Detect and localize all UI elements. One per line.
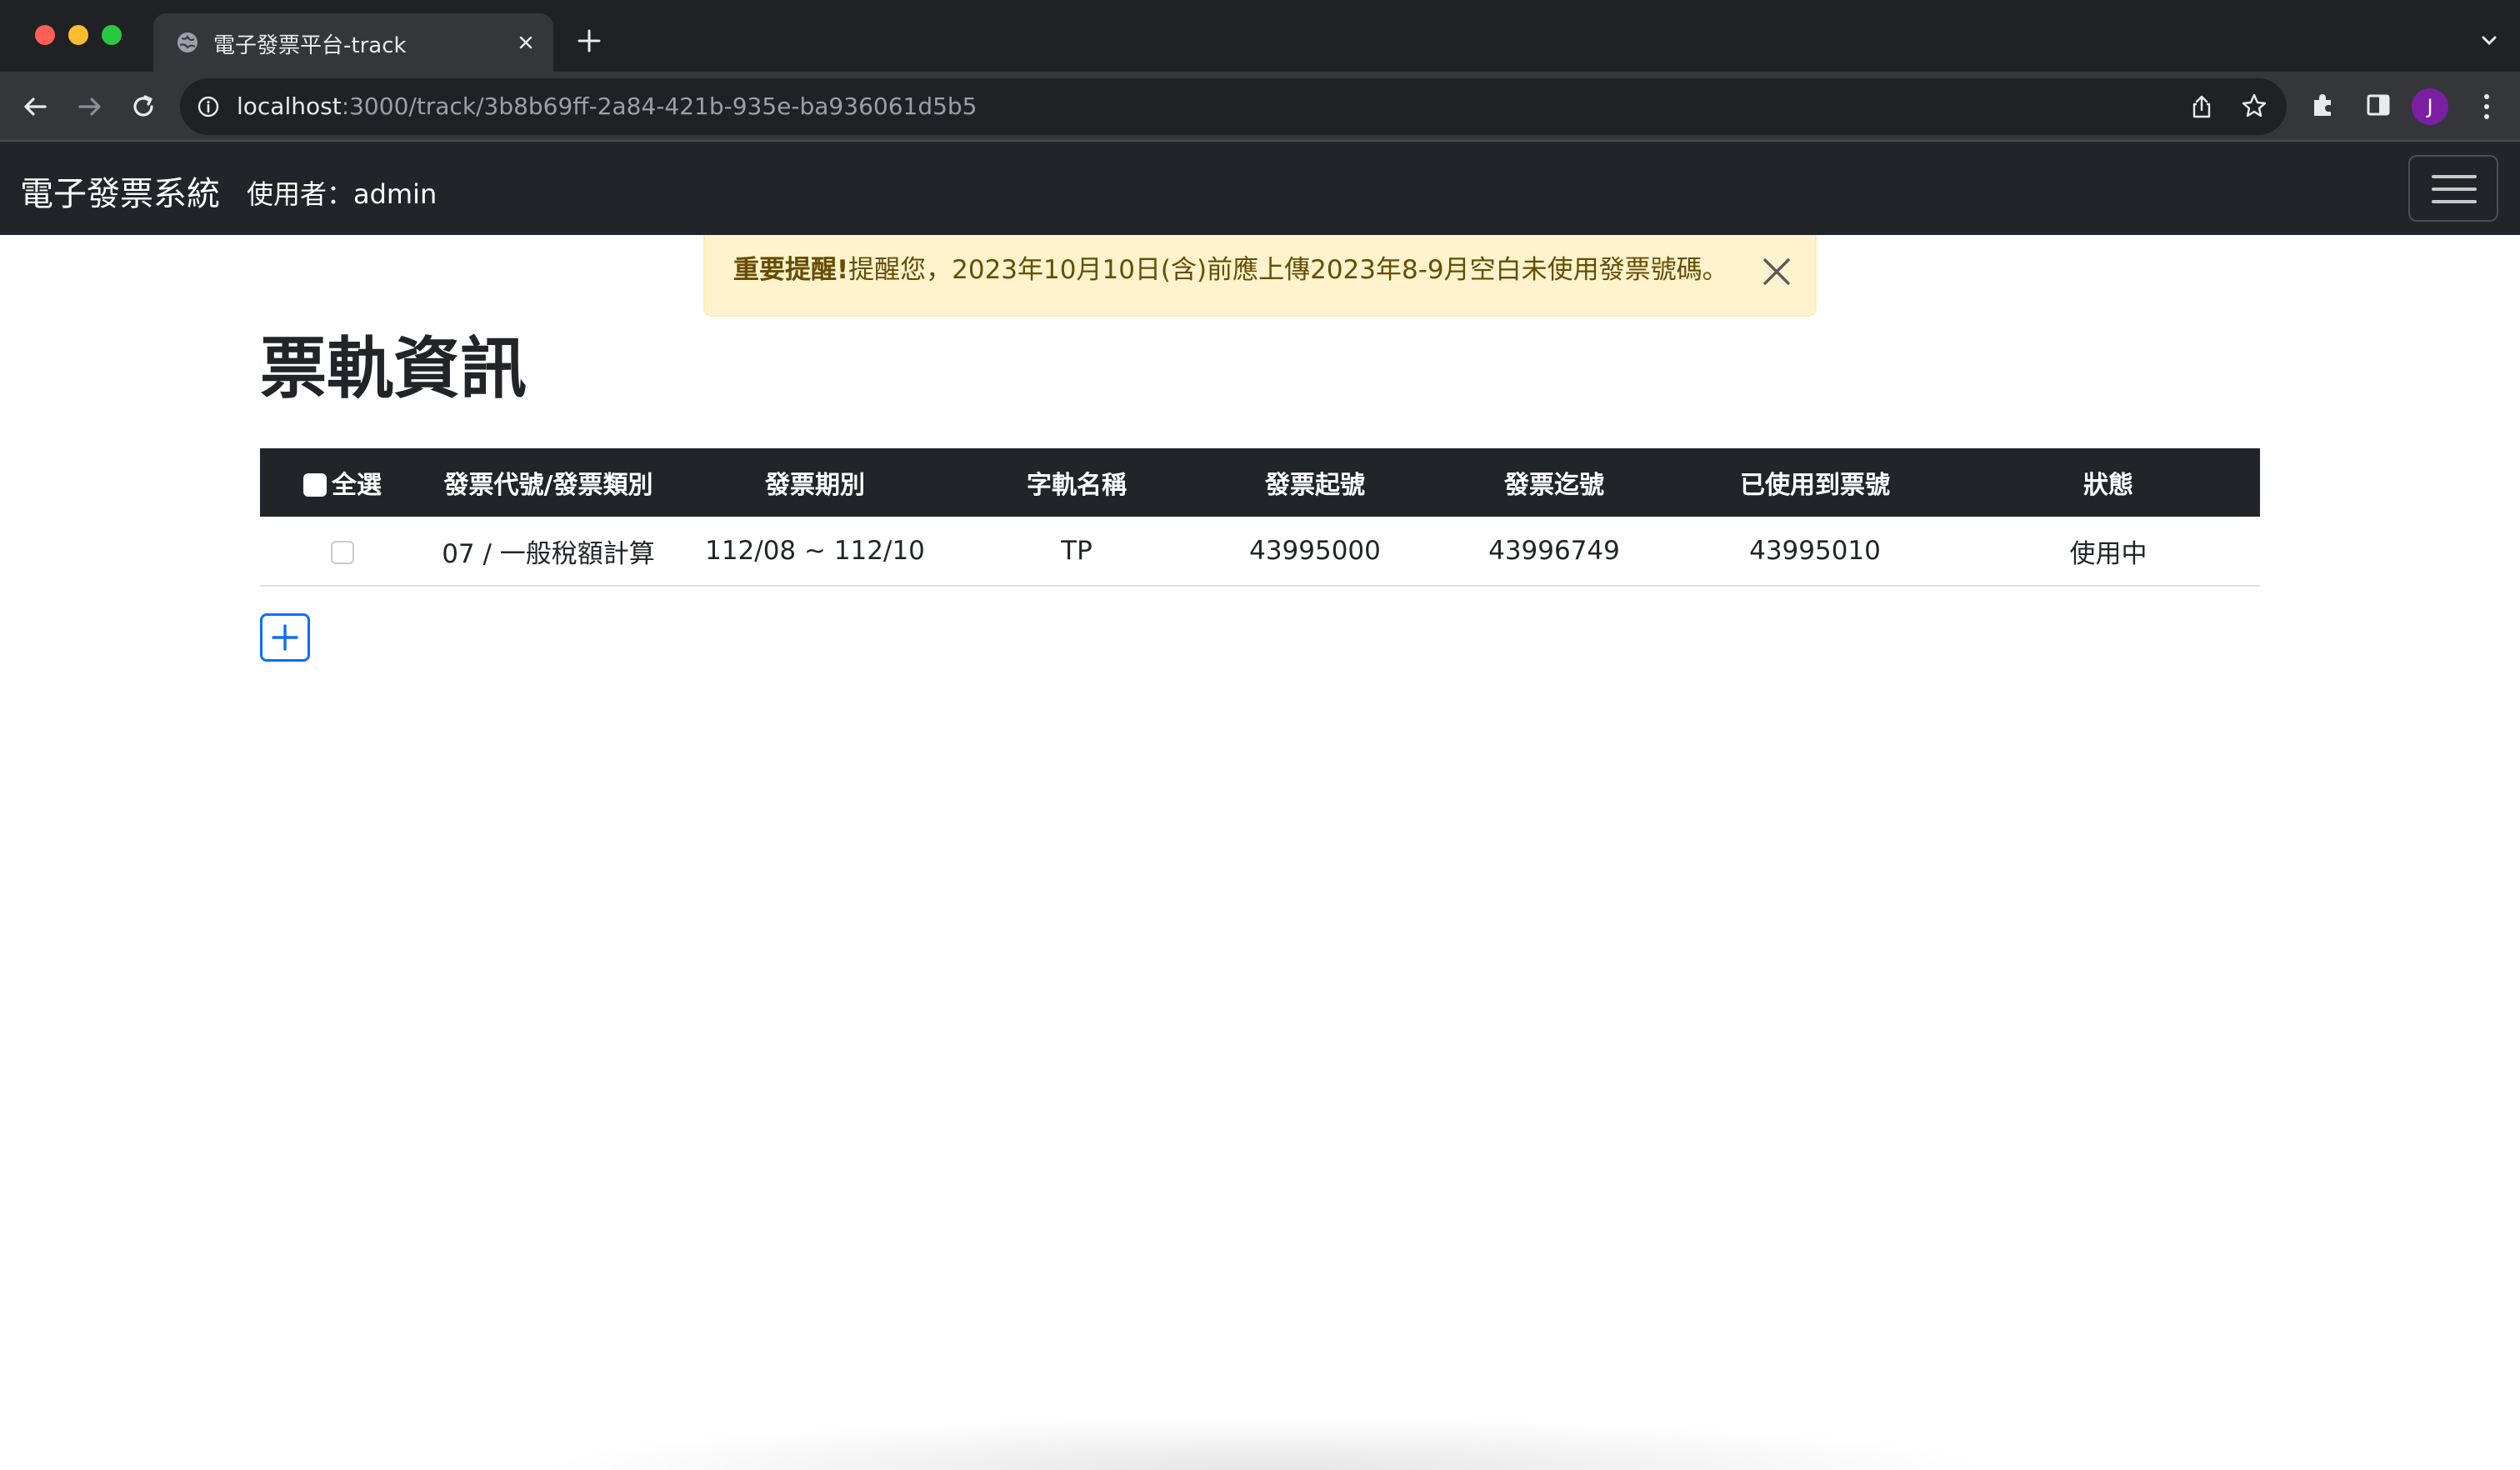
- tab-close-icon[interactable]: [513, 30, 538, 55]
- url-text: localhost:3000/track/3b8b69ff-2a84-421b-…: [237, 92, 978, 120]
- browser-tab-strip: 電子發票平台-track: [0, 0, 2520, 72]
- window-minimize-button[interactable]: [68, 25, 88, 45]
- column-header: 發票代號/發票類別: [425, 448, 672, 517]
- table-header-row: 全選 發票代號/發票類別 發票期別 字軌名稱 發票起號 發票迄號 已使用到票號 …: [260, 448, 2260, 517]
- plus-icon: [272, 624, 298, 651]
- browser-tab-active[interactable]: 電子發票平台-track: [153, 13, 553, 72]
- address-bar[interactable]: localhost:3000/track/3b8b69ff-2a84-421b-…: [180, 78, 2287, 135]
- chevron-down-icon[interactable]: [2477, 28, 2502, 53]
- select-all-label: 全選: [332, 471, 382, 500]
- close-icon[interactable]: [1758, 253, 1795, 290]
- add-track-button[interactable]: [260, 613, 310, 662]
- share-icon[interactable]: [2188, 93, 2215, 120]
- reminder-alert: 重要提醒!提醒您，2023年10月10日(含)前應上傳2023年8-9月空白未使…: [703, 235, 1817, 317]
- cell-end-number: 43996749: [1435, 517, 1673, 587]
- column-header: 發票起號: [1195, 448, 1435, 517]
- navbar-toggler-button[interactable]: [2408, 155, 2498, 222]
- select-all-checkbox[interactable]: [303, 473, 327, 497]
- extensions-puzzle-icon[interactable]: [2307, 88, 2340, 122]
- url-host: localhost: [237, 92, 342, 120]
- window-bottom-shadow: [533, 1417, 2000, 1470]
- cell-code-type: 07 / 一般稅額計算: [425, 517, 672, 587]
- kebab-menu-icon[interactable]: [2470, 88, 2503, 125]
- new-tab-icon[interactable]: [575, 27, 603, 55]
- profile-avatar[interactable]: J: [2412, 88, 2448, 125]
- column-header: 發票迄號: [1435, 448, 1673, 517]
- bookmark-star-icon[interactable]: [2240, 92, 2268, 120]
- navbar-brand[interactable]: 電子發票系統: [20, 167, 220, 215]
- cell-status: 使用中: [1957, 517, 2260, 587]
- row-checkbox[interactable]: [331, 540, 354, 564]
- alert-message: 提醒您，2023年10月10日(含)前應上傳2023年8-9月空白未使用發票號碼…: [848, 255, 1728, 285]
- current-user-label: 使用者：admin: [247, 178, 438, 210]
- page-title: 票軌資訊: [260, 330, 527, 408]
- window-maximize-button[interactable]: [102, 25, 122, 45]
- info-icon[interactable]: [197, 95, 220, 118]
- column-header: 字軌名稱: [958, 448, 1195, 517]
- cell-used-to-number: 43995010: [1673, 517, 1957, 587]
- side-panel-icon[interactable]: [2362, 88, 2395, 122]
- globe-icon: [178, 32, 198, 52]
- browser-toolbar: localhost:3000/track/3b8b69ff-2a84-421b-…: [0, 72, 2520, 142]
- column-header: 發票期別: [672, 448, 958, 517]
- row-select-cell: [260, 517, 425, 587]
- cell-start-number: 43995000: [1195, 517, 1435, 587]
- reload-icon[interactable]: [127, 90, 160, 123]
- app-navbar: 電子發票系統 使用者：admin: [0, 142, 2520, 235]
- column-header: 狀態: [1957, 448, 2260, 517]
- column-header: 已使用到票號: [1673, 448, 1957, 517]
- cell-track-name: TP: [958, 517, 1195, 587]
- alert-strong: 重要提醒!: [733, 255, 849, 285]
- forward-arrow-icon[interactable]: [73, 90, 107, 123]
- tab-title: 電子發票平台-track: [213, 33, 407, 58]
- table-row[interactable]: 07 / 一般稅額計算 112/08 ~ 112/10 TP 43995000 …: [260, 517, 2260, 587]
- back-arrow-icon[interactable]: [18, 90, 52, 123]
- select-all-header[interactable]: 全選: [260, 448, 425, 517]
- hamburger-icon: [2432, 175, 2477, 178]
- alert-text: 重要提醒!提醒您，2023年10月10日(含)前應上傳2023年8-9月空白未使…: [733, 252, 1728, 288]
- window-close-button[interactable]: [35, 25, 55, 45]
- cell-period: 112/08 ~ 112/10: [672, 517, 958, 587]
- url-path: :3000/track/3b8b69ff-2a84-421b-935e-ba93…: [341, 92, 978, 120]
- track-table: 全選 發票代號/發票類別 發票期別 字軌名稱 發票起號 發票迄號 已使用到票號 …: [260, 448, 2260, 587]
